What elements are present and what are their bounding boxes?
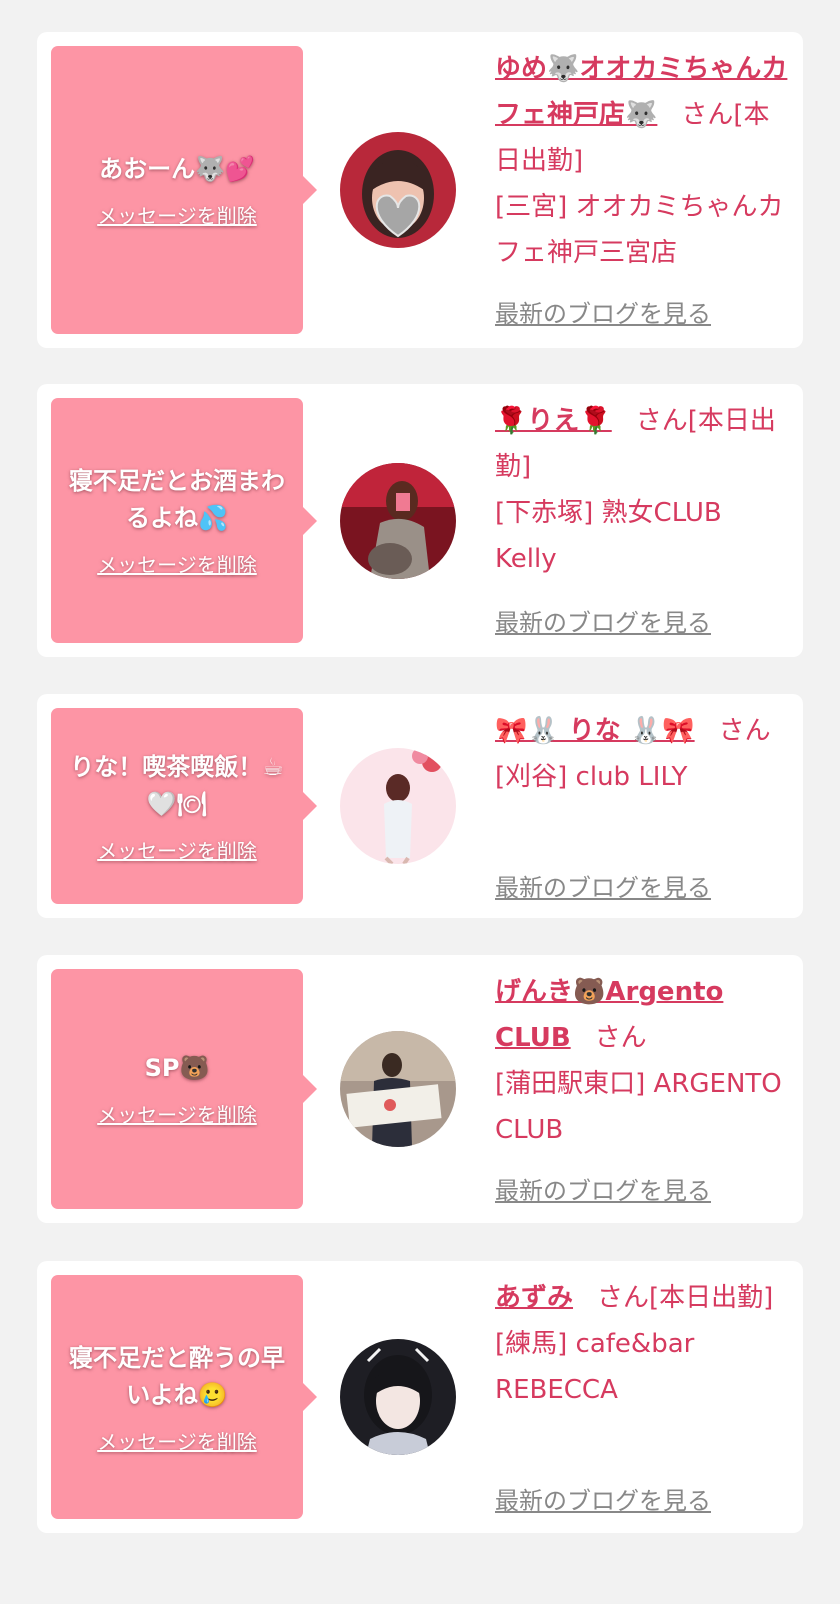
delete-message-link[interactable]: メッセージを削除	[97, 549, 257, 578]
message-bubble: 寝不足だとお酒まわるよね💦 メッセージを削除	[51, 398, 317, 643]
shop-name: [蒲田駅東口] ARGENTO CLUB	[495, 1069, 782, 1145]
latest-blog-link[interactable]: 最新のブログを見る	[495, 1481, 711, 1516]
message-bubble: りな！喫茶喫飯！☕🤍🍽 メッセージを削除	[51, 708, 317, 904]
profile-info: げんき🐻Argento CLUB さん [蒲田駅東口] ARGENTO CLUB	[495, 969, 790, 1153]
shop-name: [下赤塚] 熟女CLUB Kelly	[495, 498, 722, 574]
delete-message-link[interactable]: メッセージを削除	[97, 200, 257, 229]
shop-name: [三宮] オオカミちゃんカフェ神戸三宮店	[495, 192, 784, 268]
cast-status: さん	[718, 716, 771, 746]
avatar[interactable]	[340, 1339, 456, 1455]
message-card: あおーん🐺💕 メッセージを削除 ゆめ🐺オオカミちゃんカフェ神戸店🐺 さん[本日出勤…	[37, 32, 803, 348]
profile-info: ゆめ🐺オオカミちゃんカフェ神戸店🐺 さん[本日出勤] [三宮] オオカミちゃんカフ…	[495, 46, 790, 276]
message-card: SP🐻 メッセージを削除 げんき🐻Argento CLUB さん [蒲田駅東口] …	[37, 955, 803, 1223]
avatar-photo-icon	[340, 1031, 456, 1147]
latest-blog-link[interactable]: 最新のブログを見る	[495, 1171, 711, 1206]
latest-blog-link[interactable]: 最新のブログを見る	[495, 294, 711, 329]
profile-info: あずみ さん[本日出勤] [練馬] cafe&bar REBECCA	[495, 1275, 790, 1413]
cast-name-link[interactable]: 🎀🐰 りな 🐰🎀	[495, 716, 695, 746]
message-card: 寝不足だと酔うの早いよね🥲 メッセージを削除 あずみ さん[本日出勤] [練馬] …	[37, 1261, 803, 1533]
latest-blog-link[interactable]: 最新のブログを見る	[495, 868, 711, 903]
message-text: 寝不足だとお酒まわるよね💦	[69, 467, 285, 532]
shop-name: [刈谷] club LILY	[495, 762, 688, 792]
cast-status: さん[本日出勤]	[597, 1283, 774, 1313]
message-list: あおーん🐺💕 メッセージを削除 ゆめ🐺オオカミちゃんカフェ神戸店🐺 さん[本日出勤…	[0, 0, 840, 1604]
avatar-photo-icon	[340, 463, 456, 579]
shop-name: [練馬] cafe&bar REBECCA	[495, 1329, 695, 1405]
message-text: 寝不足だと酔うの早いよね🥲	[69, 1343, 285, 1409]
avatar[interactable]	[340, 748, 456, 864]
delete-message-link[interactable]: メッセージを削除	[97, 1426, 257, 1455]
avatar[interactable]	[340, 463, 456, 579]
message-text: SP🐻	[144, 1054, 210, 1082]
delete-message-link[interactable]: メッセージを削除	[97, 1099, 257, 1128]
profile-info: 🎀🐰 りな 🐰🎀 さん [刈谷] club LILY	[495, 708, 790, 800]
avatar-photo-icon	[340, 1339, 456, 1455]
cast-status: さん	[594, 1023, 647, 1053]
delete-message-link[interactable]: メッセージを削除	[97, 835, 257, 864]
cast-name-link[interactable]: あずみ	[495, 1283, 573, 1313]
message-card: 寝不足だとお酒まわるよね💦 メッセージを削除 🌹りえ🌹 さん[本日出勤] [下赤塚…	[37, 384, 803, 657]
latest-blog-link[interactable]: 最新のブログを見る	[495, 603, 711, 638]
message-card: りな！喫茶喫飯！☕🤍🍽 メッセージを削除 🎀🐰 りな 🐰🎀 さん [刈谷] clu…	[37, 694, 803, 918]
avatar[interactable]	[340, 132, 456, 248]
message-bubble: SP🐻 メッセージを削除	[51, 969, 317, 1209]
message-bubble: あおーん🐺💕 メッセージを削除	[51, 46, 317, 334]
message-bubble: 寝不足だと酔うの早いよね🥲 メッセージを削除	[51, 1275, 317, 1519]
profile-info: 🌹りえ🌹 さん[本日出勤] [下赤塚] 熟女CLUB Kelly	[495, 398, 790, 582]
avatar-photo-icon	[340, 748, 456, 864]
message-text: あおーん🐺💕	[99, 155, 255, 183]
message-text: りな！喫茶喫飯！☕🤍🍽	[70, 752, 284, 818]
avatar-photo-icon	[340, 132, 456, 248]
cast-name-link[interactable]: 🌹りえ🌹	[495, 406, 612, 436]
avatar[interactable]	[340, 1031, 456, 1147]
